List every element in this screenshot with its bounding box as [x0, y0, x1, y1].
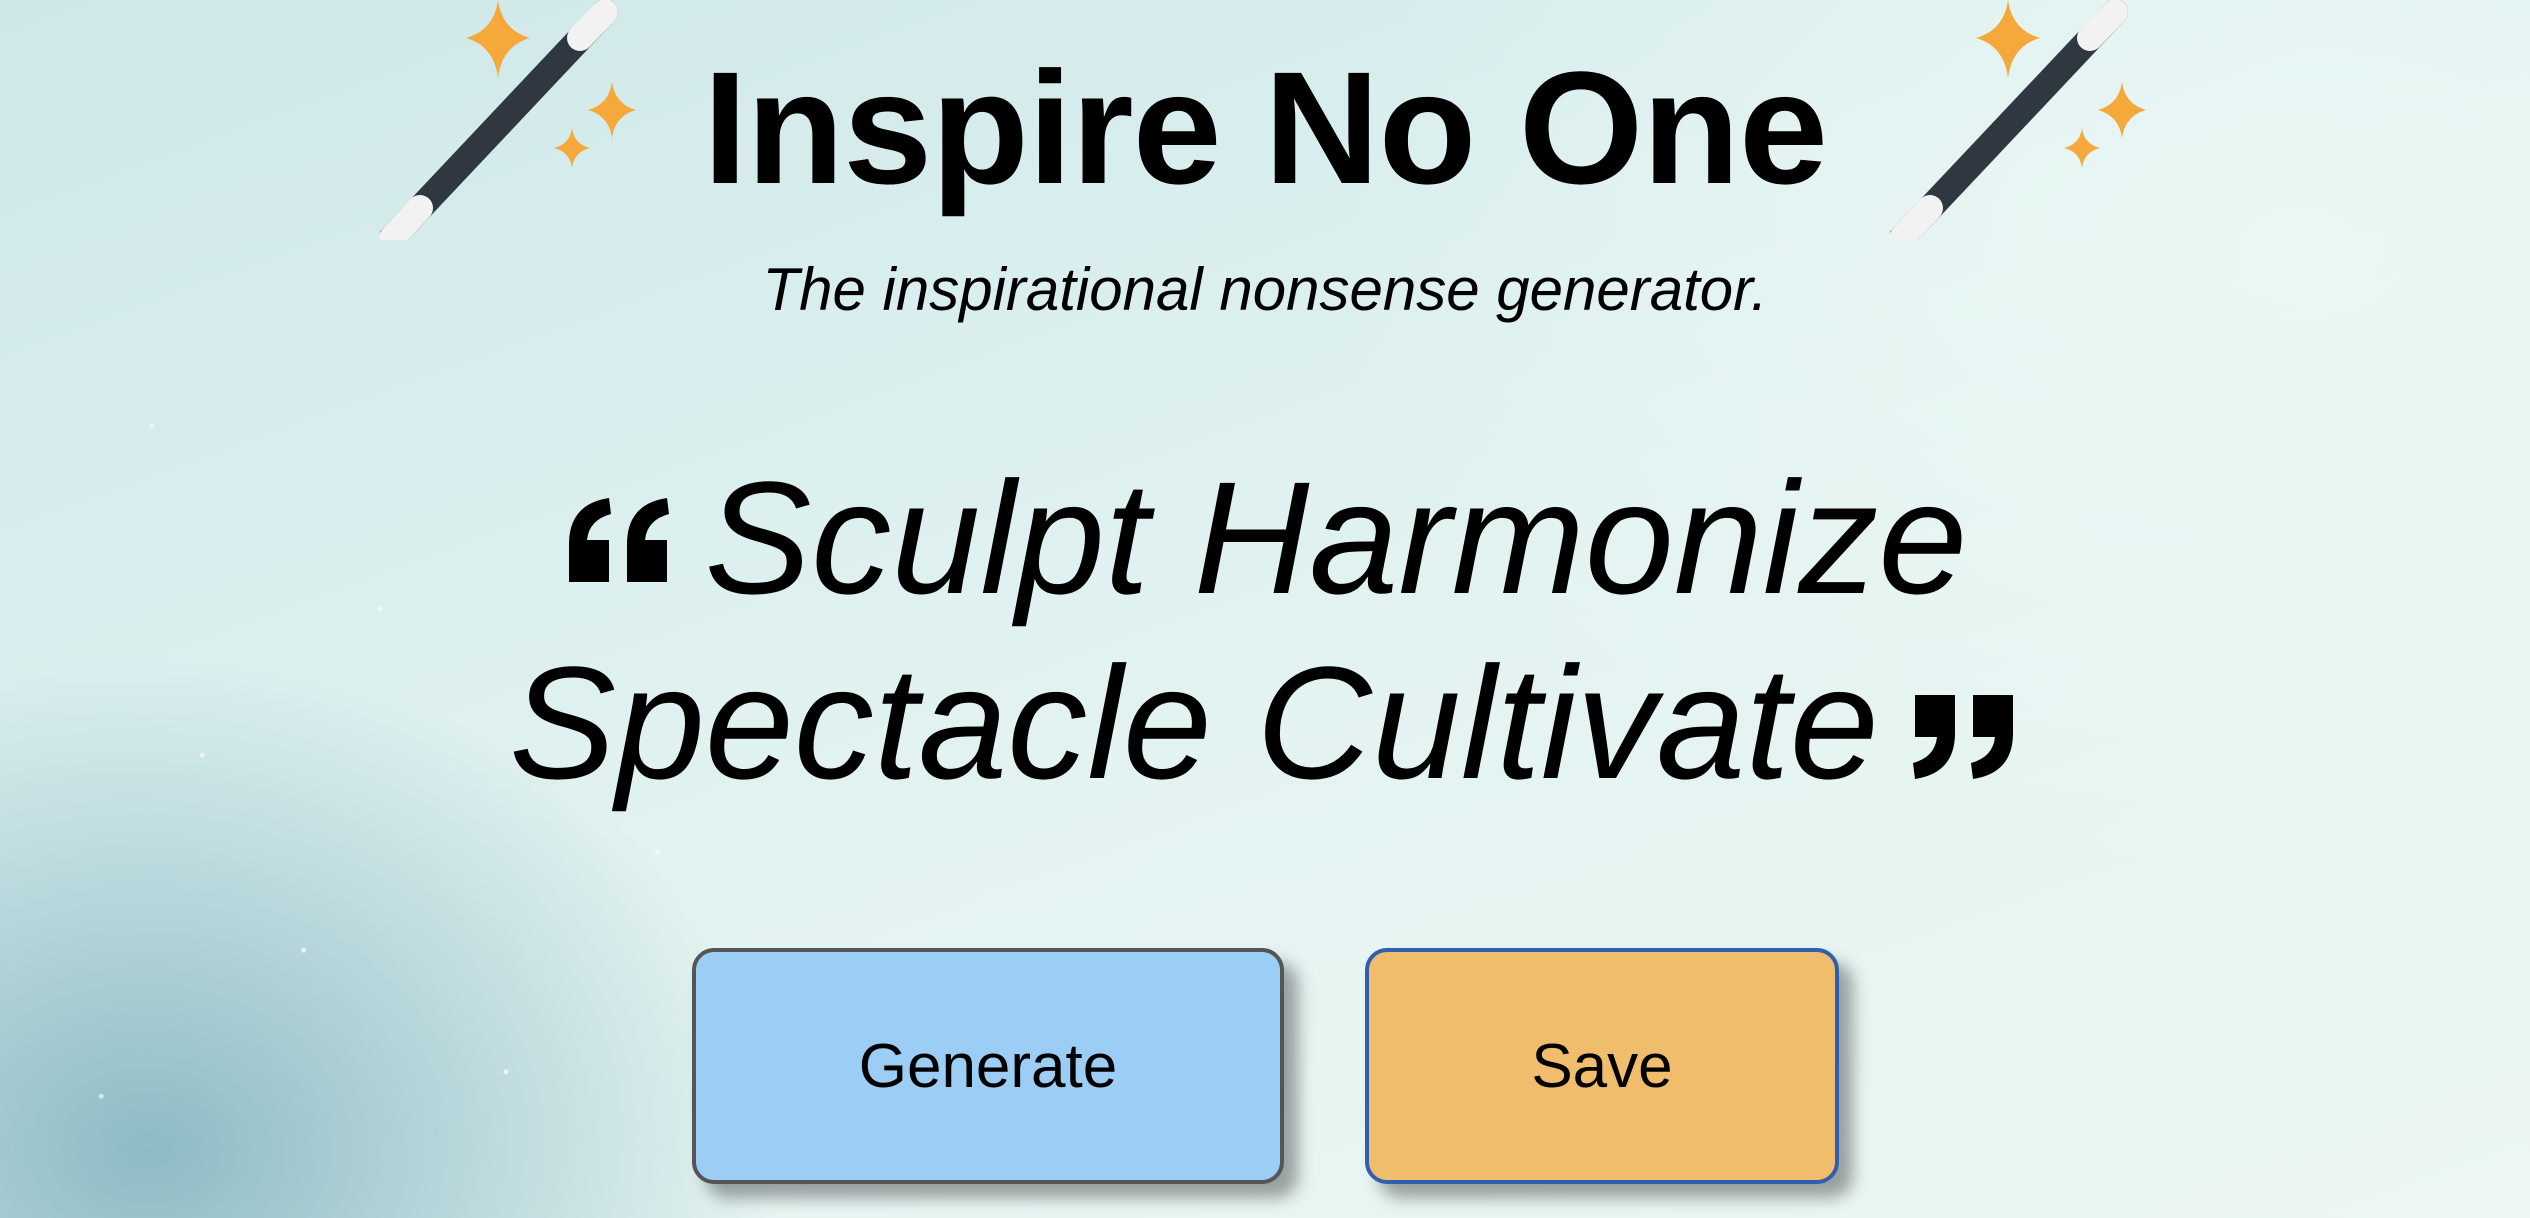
close-quote-icon [1909, 691, 2021, 781]
page-subtitle: The inspirational nonsense generator. [762, 256, 1768, 323]
save-button[interactable]: Save [1365, 948, 1839, 1184]
generated-quote: Sculpt Harmonize Spectacle Cultivate [480, 445, 2050, 815]
open-quote-icon [563, 496, 675, 586]
quote-text: Sculpt Harmonize Spectacle Cultivate [509, 448, 1968, 812]
generate-button[interactable]: Generate [692, 948, 1284, 1184]
page-title: Inspire No One [703, 38, 1828, 217]
